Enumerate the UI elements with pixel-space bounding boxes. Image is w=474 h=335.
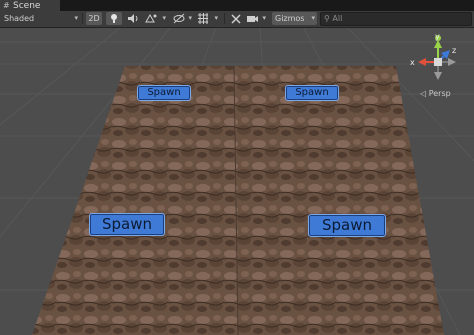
x-axis-label: x (410, 58, 415, 67)
shading-mode-dropdown[interactable]: Shaded (2, 12, 80, 25)
spawn-label[interactable]: Spawn (89, 213, 165, 236)
effects-dropdown[interactable] (144, 12, 168, 25)
gizmos-dropdown[interactable]: Gizmos (272, 12, 317, 25)
tab-scene[interactable]: # Scene (0, 0, 60, 11)
search-placeholder: All (332, 14, 343, 23)
search-field[interactable]: ⚲ All (320, 12, 472, 26)
2d-toggle-label: 2D (88, 14, 100, 23)
scene-visibility-toggle[interactable] (172, 12, 194, 25)
projection-toggle[interactable]: ◁ Persp (420, 89, 451, 98)
gizmos-label: Gizmos (275, 14, 305, 23)
y-axis-label: y (435, 32, 440, 41)
tools-toggle[interactable] (229, 12, 243, 25)
spawn-label[interactable]: Spawn (308, 214, 386, 237)
2d-toggle[interactable]: 2D (86, 12, 102, 25)
audio-icon (128, 14, 138, 23)
tab-scene-label: Scene (13, 1, 41, 11)
lighting-toggle[interactable] (106, 12, 122, 25)
audio-toggle[interactable] (126, 12, 140, 25)
tools-icon (231, 14, 241, 24)
spawn-label[interactable]: Spawn (137, 85, 191, 101)
grid-icon (198, 13, 208, 24)
search-icon: ⚲ (324, 14, 330, 23)
z-axis-label: z (452, 46, 457, 55)
effects-icon (145, 13, 157, 23)
projection-label: Persp (428, 89, 451, 98)
toolbar-divider (82, 13, 83, 24)
perspective-icon: ◁ (420, 89, 427, 98)
scene-viewport[interactable]: Spawn Spawn Spawn Spawn (0, 28, 474, 335)
ground-plane (32, 66, 444, 335)
spawn-label[interactable]: Spawn (285, 85, 339, 101)
light-icon (111, 14, 117, 23)
hash-icon: # (3, 1, 10, 10)
grid-dropdown[interactable] (196, 12, 220, 25)
axis-gizmo-icon (418, 35, 456, 80)
camera-icon (247, 16, 258, 22)
visibility-icon (173, 13, 185, 24)
tab-bar: # Scene (0, 0, 474, 11)
shading-mode-value: Shaded (4, 14, 35, 23)
toolbar-divider (224, 13, 225, 24)
camera-dropdown[interactable] (246, 12, 268, 25)
scene-canvas (0, 28, 474, 335)
